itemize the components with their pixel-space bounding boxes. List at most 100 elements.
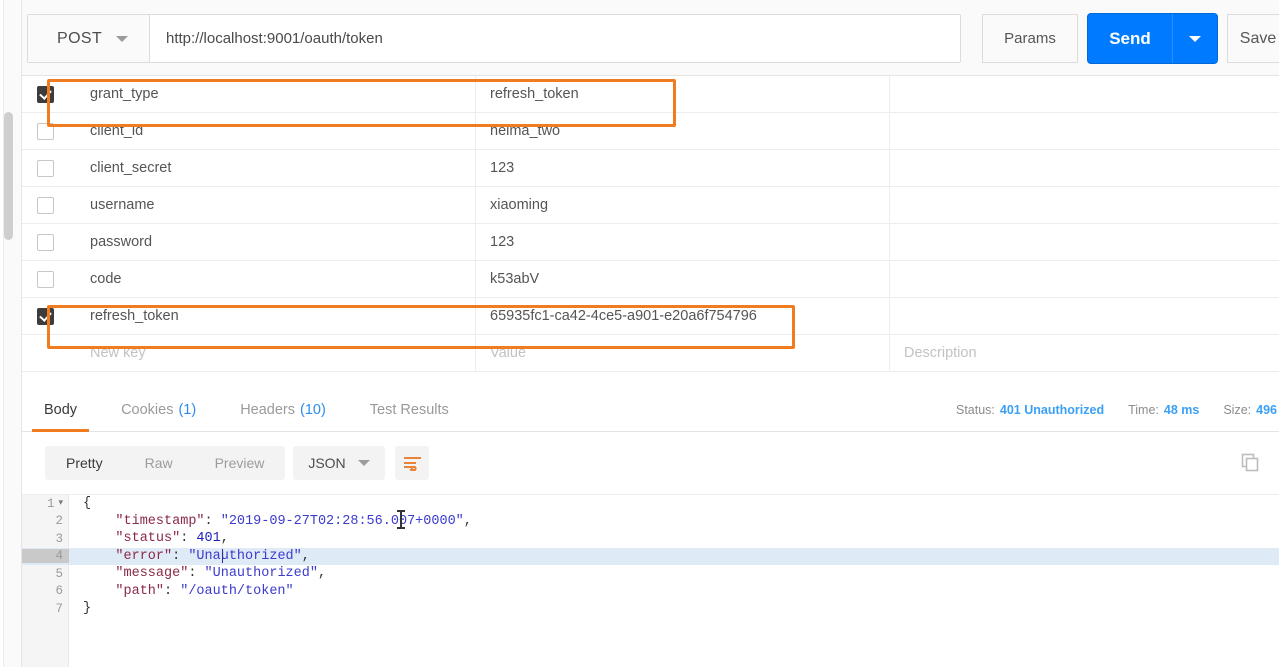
line-number: 3 [22, 532, 69, 546]
param-key-input[interactable]: refresh_token [68, 297, 476, 335]
code-text: "status": 401, [69, 531, 229, 547]
sidebar-scrollbar[interactable] [4, 112, 13, 240]
http-method-select[interactable]: POST [28, 15, 150, 62]
new-param-row[interactable]: New key Value Description [22, 334, 1279, 372]
param-value-input[interactable]: k53abV [476, 260, 890, 298]
table-row[interactable]: password 123 [22, 223, 1279, 261]
rail-edge [0, 0, 4, 667]
tab-cookies[interactable]: Cookies (1) [99, 388, 218, 432]
search-response-button[interactable] [1272, 447, 1279, 477]
param-key-text: username [90, 197, 155, 213]
param-value-input[interactable]: 65935fc1-ca42-4ce5-a901-e20a6f754796 [476, 297, 890, 335]
param-key-text: client_secret [90, 160, 172, 176]
line-number-text: 1 [46, 496, 55, 511]
row-enable-checkbox[interactable] [36, 233, 54, 251]
code-token: "/oauth/token" [180, 583, 294, 599]
send-group: Send [1088, 14, 1217, 63]
param-value-text: xiaoming [490, 197, 549, 213]
code-token: 401 [196, 531, 221, 547]
param-value-input[interactable]: 123 [476, 223, 890, 261]
tab-headers[interactable]: Headers (10) [218, 388, 348, 432]
param-key-input[interactable]: code [68, 260, 476, 298]
param-key-input[interactable]: username [68, 186, 476, 224]
param-key-input[interactable]: password [68, 223, 476, 261]
param-description-input[interactable] [890, 298, 1279, 335]
body-format-select[interactable]: JSON [293, 446, 385, 480]
line-number-text: 6 [55, 584, 63, 599]
param-description-input[interactable] [890, 76, 1279, 113]
request-url-bar: POST http://localhost:9001/oauth/token P… [22, 0, 1279, 76]
url-input[interactable]: http://localhost:9001/oauth/token [150, 15, 960, 62]
status-badge: Status: 401 Unauthorized [956, 403, 1104, 417]
table-row[interactable]: grant_type refresh_token [22, 75, 1279, 113]
response-tab-bar: Body Cookies (1) Headers (10) Test Results St… [22, 388, 1279, 432]
view-mode-pretty[interactable]: Pretty [45, 446, 124, 480]
line-number-text: 7 [55, 601, 63, 616]
code-token: , [463, 513, 472, 529]
code-token: "status" [115, 531, 181, 547]
line-number: 1 ▾ [22, 497, 69, 511]
send-button[interactable]: Send [1088, 14, 1172, 63]
params-table: grant_type refresh_token client_id heima_tw… [22, 75, 1279, 381]
code-text: "path": "/oauth/token" [69, 583, 294, 599]
code-line: 2 "timestamp": "2019-09-27T02:28:56.007+… [22, 513, 1279, 531]
tab-test-results[interactable]: Test Results [348, 388, 471, 432]
row-enable-checkbox[interactable] [36, 196, 54, 214]
status-label: Status: [955, 403, 995, 417]
param-key-text: refresh_token [90, 308, 179, 324]
response-body-viewer[interactable]: 1 ▾ {2 "timestamp": "2019-09-27T02:28:56.0… [22, 494, 1279, 667]
param-description-input[interactable] [890, 187, 1279, 224]
code-line: 3 "status": 401, [22, 530, 1279, 548]
new-description-input[interactable]: Description [890, 335, 1279, 372]
copy-response-button[interactable] [1235, 447, 1265, 477]
fold-toggle-icon[interactable]: ▾ [58, 499, 63, 508]
table-row[interactable]: client_secret 123 [22, 149, 1279, 187]
code-line: 4 "error": "Unauthorized", [22, 547, 1279, 565]
table-row[interactable]: username xiaoming [22, 186, 1279, 224]
row-checkbox-cell [22, 85, 68, 103]
param-key-input[interactable]: client_id [68, 112, 476, 150]
code-token: "Unauthorized" [188, 548, 302, 564]
line-number: 5 [22, 567, 69, 581]
row-checkbox-cell [22, 307, 68, 325]
table-row[interactable]: client_id heima_two [22, 112, 1279, 150]
row-checkbox-cell [22, 270, 68, 288]
param-value-input[interactable]: xiaoming [476, 186, 890, 224]
param-description-input[interactable] [890, 113, 1279, 150]
params-button[interactable]: Params [982, 14, 1078, 63]
chevron-down-icon [116, 35, 129, 42]
new-value-input[interactable]: Value [476, 334, 890, 372]
table-row[interactable]: refresh_token 65935fc1-ca42-4ce5-a901-e20… [22, 297, 1279, 335]
tab-body[interactable]: Body [22, 388, 99, 432]
param-description-input[interactable] [890, 150, 1279, 187]
view-mode-group: Pretty Raw Preview [45, 446, 286, 480]
code-text: "error": "Unauthorized", [69, 548, 309, 564]
param-key-input[interactable]: grant_type [68, 75, 476, 113]
param-value-input[interactable]: heima_two [476, 112, 890, 150]
table-row[interactable]: code k53abV [22, 260, 1279, 298]
row-enable-checkbox[interactable] [36, 270, 54, 288]
param-value-input[interactable]: refresh_token [476, 75, 890, 113]
row-enable-checkbox[interactable] [36, 122, 54, 140]
wrap-lines-button[interactable] [395, 446, 429, 480]
save-button[interactable]: Save [1228, 15, 1279, 62]
code-token: "2019-09-27T02:28:56.007+0000" [220, 513, 464, 529]
line-number-text: 5 [55, 566, 63, 581]
row-enable-checkbox[interactable] [36, 307, 54, 325]
code-token: , [220, 531, 229, 547]
param-key-input[interactable]: client_secret [68, 149, 476, 187]
param-description-input[interactable] [890, 261, 1279, 298]
line-number-text: 4 [55, 549, 63, 564]
code-text: "message": "Unauthorized", [69, 566, 326, 581]
row-enable-checkbox[interactable] [36, 85, 54, 103]
view-mode-raw[interactable]: Raw [124, 446, 194, 480]
response-body-toolbar: Pretty Raw Preview JSON [22, 432, 1279, 494]
copy-icon [1241, 453, 1258, 471]
row-enable-checkbox[interactable] [36, 159, 54, 177]
view-mode-preview[interactable]: Preview [194, 446, 286, 480]
param-description-input[interactable] [890, 224, 1279, 261]
send-options-button[interactable] [1172, 14, 1217, 63]
new-key-input[interactable]: New key [68, 334, 476, 372]
param-value-input[interactable]: 123 [476, 149, 890, 187]
